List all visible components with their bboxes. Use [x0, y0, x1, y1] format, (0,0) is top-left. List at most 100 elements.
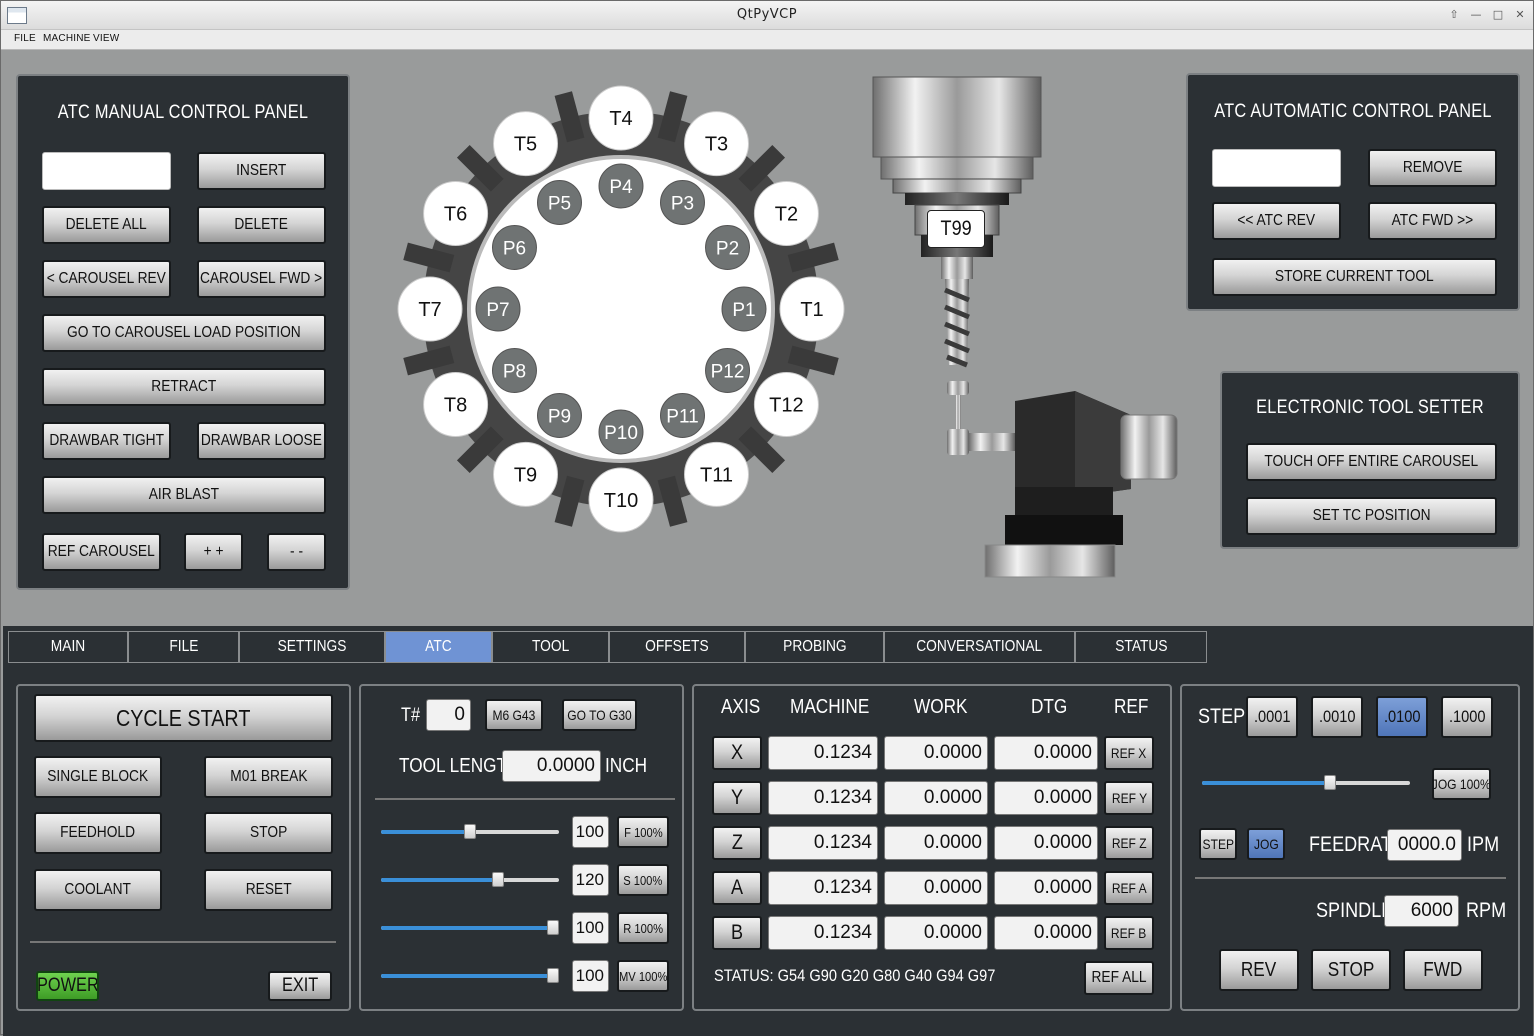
ref-b-button[interactable]: REF B [1104, 916, 1154, 950]
carousel-load-position-button[interactable]: GO TO CAROUSEL LOAD POSITION [42, 314, 326, 352]
step-size-button[interactable]: .0010 [1311, 696, 1363, 738]
gcode-status: STATUS: G54 G90 G20 G80 G40 G94 G97 [714, 966, 996, 985]
feedrate-field[interactable]: 0000.0 [1387, 829, 1462, 861]
atc-manual-panel: ATC MANUAL CONTROL PANEL INSERT DELETE A… [16, 74, 350, 590]
maximize-icon[interactable]: □ [1489, 6, 1507, 24]
atc-rev-button[interactable]: << ATC REV [1212, 202, 1341, 240]
ref-all-button[interactable]: REF ALL [1084, 961, 1154, 995]
override-reset-button[interactable]: MV 100% [617, 960, 669, 992]
override-slider-handle[interactable] [547, 968, 559, 983]
ref-z-button[interactable]: REF Z [1104, 826, 1154, 860]
exit-button[interactable]: EXIT [268, 971, 332, 1001]
ref-carousel-button[interactable]: REF CAROUSEL [42, 533, 161, 571]
tab-main[interactable]: MAIN [8, 631, 128, 663]
override-reset-button[interactable]: S 100% [617, 864, 669, 896]
step-size-button[interactable]: .0100 [1376, 696, 1428, 738]
ref-a-button[interactable]: REF A [1104, 871, 1154, 905]
minimize-icon[interactable]: — [1467, 6, 1485, 24]
keep-above-icon[interactable]: ⇧ [1445, 6, 1463, 24]
remove-button[interactable]: REMOVE [1368, 149, 1497, 187]
spindle-rev-button[interactable]: REV [1219, 949, 1299, 991]
mode-jog-button[interactable]: JOG [1247, 828, 1285, 860]
axis-a-button[interactable]: A [712, 871, 762, 905]
override-slider-handle[interactable] [464, 824, 476, 839]
override-value[interactable]: 100 [572, 912, 609, 944]
tab-settings[interactable]: SETTINGS [239, 631, 385, 663]
spindle-fwd-button[interactable]: FWD [1403, 949, 1483, 991]
carousel-rev-button[interactable]: < CAROUSEL REV [42, 260, 171, 298]
tool-length-field[interactable]: 0.0000 [502, 750, 601, 782]
menu-machine[interactable]: MACHINE [43, 33, 91, 44]
menu-view[interactable]: VIEW [93, 33, 119, 44]
carousel-fwd-button[interactable]: CAROUSEL FWD > [197, 260, 326, 298]
override-reset-button[interactable]: R 100% [617, 912, 669, 944]
override-reset-button[interactable]: F 100% [617, 816, 669, 848]
carousel-pocket-label: P12 [711, 362, 745, 383]
delete-button[interactable]: DELETE [197, 206, 326, 244]
touch-off-carousel-button[interactable]: TOUCH OFF ENTIRE CAROUSEL [1246, 443, 1497, 481]
power-button[interactable]: POWER [36, 971, 99, 1001]
tab-atc[interactable]: ATC [385, 631, 492, 663]
mode-step-button[interactable]: STEP [1199, 828, 1237, 860]
feedrate-unit: IPM [1467, 833, 1500, 856]
axis-z-button[interactable]: Z [712, 826, 762, 860]
dro-header-ref: REF [1114, 696, 1149, 718]
jog-speed-slider-handle[interactable] [1323, 775, 1336, 790]
override-slider-1[interactable] [381, 872, 559, 887]
ref-x-button[interactable]: REF X [1104, 736, 1154, 770]
override-value[interactable]: 100 [572, 816, 609, 848]
m01-break-button[interactable]: M01 BREAK [204, 756, 333, 798]
cycle-start-button[interactable]: CYCLE START [34, 694, 333, 742]
tab-tool[interactable]: TOOL [492, 631, 609, 663]
ref-y-button[interactable]: REF Y [1104, 781, 1154, 815]
dro-dtg-z: 0.0000 [994, 826, 1098, 860]
step-size-button[interactable]: .1000 [1441, 696, 1493, 738]
atc-fwd-button[interactable]: ATC FWD >> [1368, 202, 1497, 240]
override-slider-handle[interactable] [547, 920, 559, 935]
drawbar-loose-button[interactable]: DRAWBAR LOOSE [197, 422, 326, 460]
tab-conversational[interactable]: CONVERSATIONAL [884, 631, 1075, 663]
close-icon[interactable]: ✕ [1511, 6, 1529, 24]
tab-bar: MAIN FILE SETTINGS ATC TOOL OFFSETS PROB… [8, 631, 1208, 663]
override-value[interactable]: 100 [572, 960, 609, 992]
jog-speed-slider[interactable] [1202, 775, 1410, 790]
insert-button[interactable]: INSERT [197, 152, 326, 190]
manual-tool-input[interactable] [42, 152, 171, 190]
axis-b-button[interactable]: B [712, 916, 762, 950]
carousel-pocket-label: P3 [671, 193, 694, 214]
tab-probing[interactable]: PROBING [745, 631, 884, 663]
spindle-speed-field[interactable]: 6000 [1384, 895, 1459, 927]
axis-x-button[interactable]: X [712, 736, 762, 770]
jog-percent-button[interactable]: JOG 100% [1432, 768, 1491, 800]
drawbar-tight-button[interactable]: DRAWBAR TIGHT [42, 422, 171, 460]
override-slider-0[interactable] [381, 824, 559, 839]
stop-button[interactable]: STOP [204, 812, 333, 854]
tab-file[interactable]: FILE [128, 631, 239, 663]
auto-tool-input[interactable] [1212, 149, 1341, 187]
spindle-stop-button[interactable]: STOP [1311, 949, 1391, 991]
step-size-button[interactable]: .0001 [1246, 696, 1298, 738]
menu-file[interactable]: FILE [14, 33, 36, 44]
override-slider-3[interactable] [381, 968, 559, 983]
reset-button[interactable]: RESET [204, 869, 333, 911]
air-blast-button[interactable]: AIR BLAST [42, 476, 326, 514]
override-slider-2[interactable] [381, 920, 559, 935]
override-value[interactable]: 120 [572, 864, 609, 896]
set-tc-position-button[interactable]: SET TC POSITION [1246, 497, 1497, 535]
m6-g43-button[interactable]: M6 G43 [485, 699, 543, 731]
tab-offsets[interactable]: OFFSETS [609, 631, 745, 663]
carousel-step-minus-button[interactable]: - - [267, 533, 326, 571]
carousel-step-plus-button[interactable]: + + [184, 533, 243, 571]
retract-button[interactable]: RETRACT [42, 368, 326, 406]
feedhold-button[interactable]: FEEDHOLD [34, 812, 162, 854]
coolant-button[interactable]: COOLANT [34, 869, 162, 911]
go-to-g30-button[interactable]: GO TO G30 [562, 699, 637, 731]
delete-all-button[interactable]: DELETE ALL [42, 206, 171, 244]
store-current-tool-button[interactable]: STORE CURRENT TOOL [1212, 258, 1497, 296]
axis-y-button[interactable]: Y [712, 781, 762, 815]
override-slider-handle[interactable] [492, 872, 505, 887]
tab-status[interactable]: STATUS [1075, 631, 1207, 663]
tool-number-field[interactable]: 0 [426, 699, 471, 731]
single-block-button[interactable]: SINGLE BLOCK [34, 756, 162, 798]
divider [1195, 877, 1506, 879]
